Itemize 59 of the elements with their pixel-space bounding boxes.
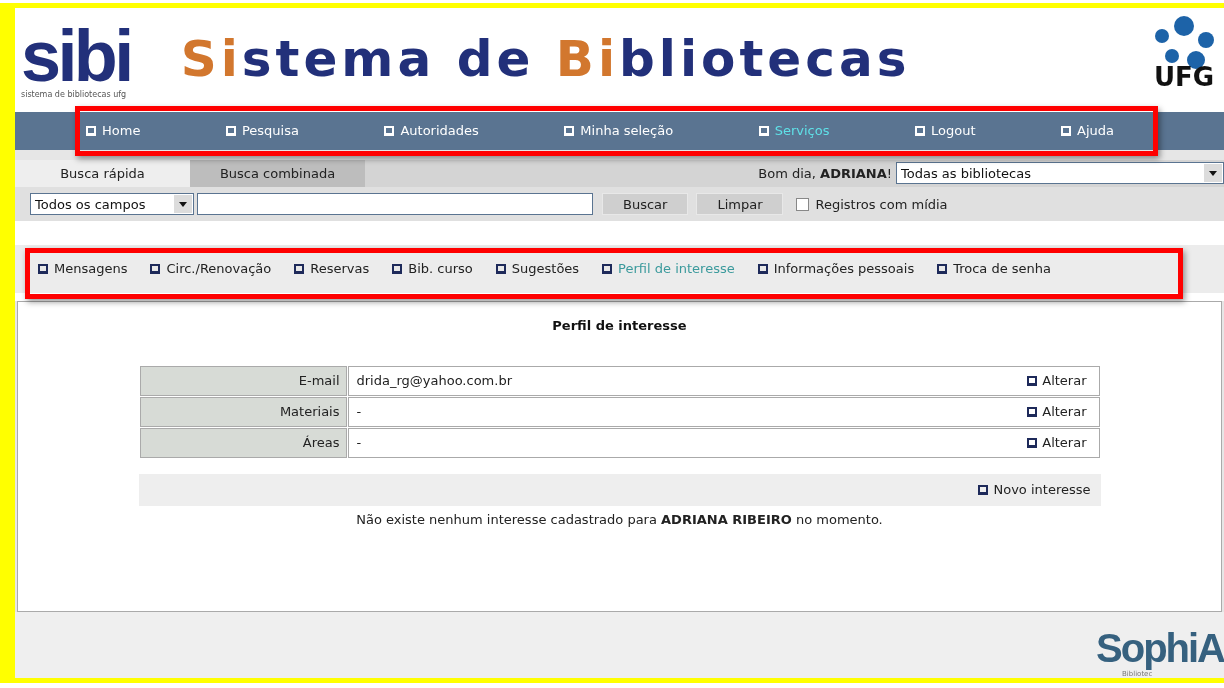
menu-icon <box>37 263 49 276</box>
nav-icon <box>383 124 396 137</box>
menu-icon <box>293 263 306 276</box>
service-menu-link[interactable]: Informações pessoais <box>756 259 915 279</box>
comment-icon <box>1026 405 1039 418</box>
menu-icon <box>601 263 614 276</box>
comment-icon <box>1026 436 1039 449</box>
field-label: Materiais <box>139 396 347 427</box>
edit-link[interactable]: Alterar <box>1026 370 1087 391</box>
nav-icon <box>914 124 926 137</box>
nav-icon <box>563 124 576 137</box>
comment-icon <box>1026 374 1039 387</box>
menu-icon <box>149 263 162 276</box>
nav-icon <box>1060 124 1073 137</box>
media-checkbox[interactable] <box>796 197 810 211</box>
comment-icon <box>977 483 990 496</box>
field-label: E-mail <box>139 365 347 396</box>
edit-link[interactable]: Alterar <box>1026 432 1087 453</box>
new-interest-link[interactable]: Novo interesse <box>977 479 1091 500</box>
field-value: drida_rg@yahoo.com.br <box>356 371 513 390</box>
search-tab[interactable]: Busca rápida <box>15 159 190 188</box>
logo-caption: sistema de bibliotecas ufg <box>21 90 128 99</box>
nav-icon <box>85 124 97 137</box>
search-tab[interactable]: Busca combinada <box>190 159 365 188</box>
menu-icon <box>756 263 769 276</box>
greeting-text: Bom dia, ADRIANA! <box>758 164 892 183</box>
field-dropdown[interactable]: Todos os campos <box>30 193 194 216</box>
field-label: Áreas <box>139 427 347 458</box>
banner-title: Sistema de Bibliotecas <box>180 29 911 91</box>
search-field[interactable] <box>197 193 593 216</box>
service-menu-link[interactable]: Sugestões <box>494 259 580 279</box>
service-menu-link[interactable]: Circ./Renovação <box>149 259 272 279</box>
menu-icon <box>936 263 949 276</box>
sophia-logo-text: SophiA <box>1096 628 1224 668</box>
emblem-text: UFG <box>1153 64 1215 90</box>
sibi-logo-text: sibi <box>21 20 131 91</box>
field-value: - <box>356 402 363 421</box>
nav-link[interactable]: Ajuda <box>1060 120 1114 141</box>
empty-message: Não existe nenhum interesse cadastrado para ADRIANA RIBEIRO no momento. <box>356 510 883 529</box>
nav-icon <box>757 124 770 137</box>
service-menu-link[interactable]: Bib. curso <box>391 259 473 279</box>
service-menu-link[interactable]: Mensagens <box>37 259 128 279</box>
edit-link[interactable]: Alterar <box>1026 401 1087 422</box>
service-menu-link[interactable]: Reservas <box>293 259 370 279</box>
nav-icon <box>224 124 237 137</box>
nav-link[interactable]: Logout <box>914 120 976 141</box>
nav-link[interactable]: Home <box>85 120 141 141</box>
checkbox-label: Registros com mídia <box>815 195 948 214</box>
field-value: - <box>356 433 363 452</box>
menu-icon <box>494 263 507 276</box>
nav-link[interactable]: Autoridades <box>383 120 479 141</box>
library-dropdown[interactable]: Todas as bibliotecas <box>896 162 1224 185</box>
service-menu-link[interactable]: Troca de senha <box>936 259 1052 279</box>
section-title: Perfil de interesse <box>552 317 687 336</box>
search-action-button[interactable]: Buscar <box>602 193 689 216</box>
nav-link[interactable]: Pesquisa <box>224 120 299 141</box>
menu-icon <box>391 263 404 276</box>
nav-link[interactable]: Minha seleção <box>563 120 674 141</box>
search-action-button[interactable]: Limpar <box>696 193 784 216</box>
